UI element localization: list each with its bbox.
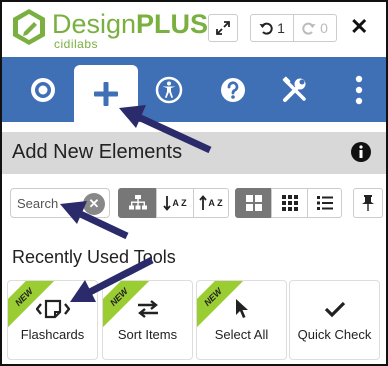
section-title: Add New Elements (12, 141, 183, 163)
undo-icon (259, 22, 273, 35)
flashcards-icon (35, 299, 70, 319)
search-box: ✕ (10, 188, 110, 218)
tab-bar (2, 57, 386, 122)
tool-card-quick-check[interactable]: Quick Check (289, 280, 380, 360)
view-categories-button[interactable] (118, 188, 157, 218)
redo-button[interactable]: 0 (293, 14, 337, 42)
sort-down-icon (163, 196, 172, 211)
tool-card-flashcards[interactable]: NEW Flashcards (7, 280, 98, 360)
large-grid-view-button[interactable] (235, 188, 272, 218)
tool-card-label: Sort Items (117, 327, 178, 342)
tab-accessibility[interactable] (144, 57, 194, 122)
redo-count: 0 (320, 20, 328, 36)
tab-more[interactable] (344, 57, 374, 122)
tab-styles[interactable] (18, 57, 68, 122)
tool-card-label: Quick Check (297, 327, 372, 342)
cursor-icon (235, 299, 248, 318)
sort-z-a-button[interactable]: A Z (193, 188, 229, 218)
tool-card-select-all[interactable]: NEW Select All (196, 280, 287, 360)
tab-add-elements[interactable] (74, 65, 138, 122)
recently-used-heading: Recently Used Tools (12, 247, 176, 267)
list-view-button[interactable] (307, 188, 342, 218)
help-icon (221, 77, 245, 102)
tab-help[interactable] (208, 57, 258, 122)
section-header: Add New Elements (2, 132, 386, 174)
tools-icon (282, 76, 306, 102)
accessibility-icon (155, 76, 183, 103)
pin-icon (362, 195, 374, 211)
sort-arrows-icon (137, 300, 158, 318)
tab-tools[interactable] (270, 57, 320, 122)
search-input[interactable] (17, 194, 83, 212)
sort-za-label: A Z (208, 197, 223, 208)
tool-card-label: Flashcards (20, 327, 85, 342)
undo-count: 1 (277, 20, 285, 36)
designplus-panel: DesignPLUS cidilabs 1 0 ✕ Add New Elemen… (0, 0, 388, 366)
checkmark-icon (324, 301, 345, 318)
tool-card-sort-items[interactable]: NEW Sort Items (102, 280, 193, 360)
small-grid-icon (281, 195, 298, 211)
redo-icon (302, 22, 316, 35)
more-vertical-icon (355, 75, 363, 104)
info-icon[interactable] (350, 141, 372, 163)
sort-az-label: A Z (172, 197, 187, 208)
small-grid-view-button[interactable] (271, 188, 308, 218)
undo-button[interactable]: 1 (250, 14, 294, 42)
close-icon[interactable]: ✕ (350, 14, 368, 40)
target-icon (31, 77, 55, 102)
brand-name: DesignPLUS (52, 9, 209, 39)
expand-icon (216, 21, 230, 35)
sort-a-z-button[interactable]: A Z (156, 188, 194, 218)
plus-icon (94, 81, 118, 106)
hierarchy-icon (128, 195, 147, 210)
header: DesignPLUS cidilabs 1 0 ✕ (2, 2, 386, 57)
list-icon (316, 196, 333, 210)
expand-button[interactable] (208, 14, 238, 42)
sort-up-icon (199, 195, 208, 210)
designplus-logo-icon (13, 9, 45, 45)
large-grid-icon (245, 195, 262, 211)
brand-subtitle: cidilabs (54, 37, 99, 51)
tool-card-label: Select All (214, 327, 269, 342)
clear-search-icon[interactable]: ✕ (83, 193, 105, 215)
pin-panel-button[interactable] (353, 188, 383, 218)
